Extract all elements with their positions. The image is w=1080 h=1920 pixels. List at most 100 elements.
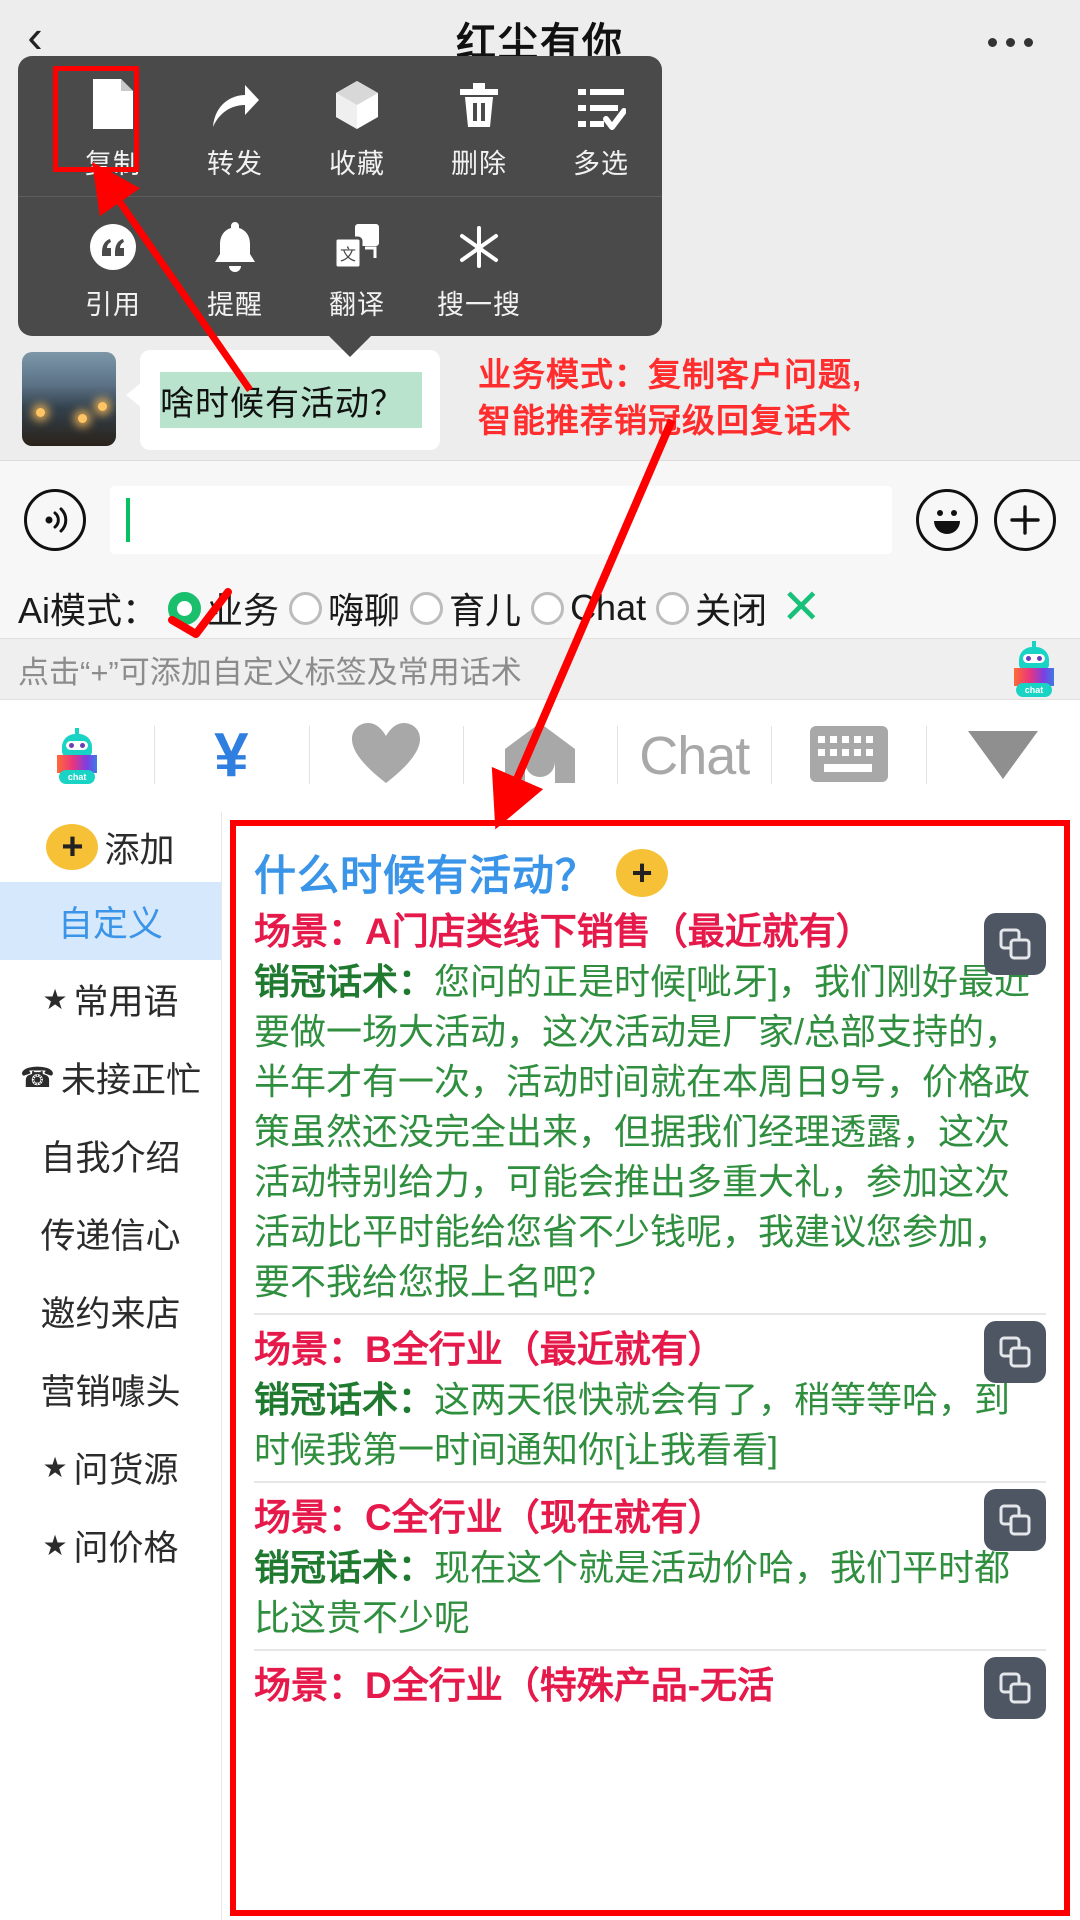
context-menu-item-search[interactable]: 搜一搜: [418, 197, 540, 336]
scene-answer: 销冠话术：这两天很快就会有了，稍等等哈，到时候我第一时间通知你[让我看看]: [254, 1375, 1046, 1475]
context-menu-label: 翻译: [329, 289, 385, 320]
toolbar-item-price[interactable]: ¥: [154, 700, 308, 812]
close-x-icon[interactable]: ✕: [781, 584, 821, 632]
category-sidebar: + 添加 自定义 ★ 常用语 ☎ 未接正忙 自我介绍 传递信心 邀约来店 营销噱…: [0, 812, 222, 1920]
sidebar-item-invite-store[interactable]: 邀约来店: [0, 1272, 221, 1350]
toolbar-item-keyboard[interactable]: [771, 700, 925, 812]
bell-icon: [212, 218, 258, 272]
copy-document-icon: [90, 77, 136, 131]
plus-circle-yellow-icon: +: [46, 824, 99, 870]
voice-wave-icon[interactable]: [24, 488, 86, 551]
smiley-icon[interactable]: [916, 488, 978, 551]
sidebar-item-custom[interactable]: 自定义: [0, 882, 221, 960]
sidebar-item-self-intro[interactable]: 自我介绍: [0, 1116, 221, 1194]
copy-squares-icon[interactable]: [984, 1321, 1046, 1383]
star-icon: ★: [42, 1529, 68, 1561]
radio-dot: [656, 591, 690, 625]
ai-mode-option-business[interactable]: 业务: [168, 582, 279, 634]
radio-dot: [168, 591, 202, 625]
radio-dot: [531, 591, 565, 625]
ai-mode-option-parenting[interactable]: 育儿: [410, 582, 521, 634]
ai-chat-robot-icon[interactable]: chat: [1006, 641, 1062, 697]
context-menu-item-remind[interactable]: 提醒: [174, 197, 296, 336]
context-menu-label: 多选: [573, 149, 629, 179]
context-menu-tail: [328, 335, 372, 357]
ai-mode-option-chitchat[interactable]: 嗨聊: [289, 582, 400, 634]
plus-circle-yellow-icon[interactable]: +: [616, 848, 669, 897]
sidebar-item-ask-supply[interactable]: ★ 问货源: [0, 1428, 221, 1506]
forward-arrow-icon: [209, 77, 261, 131]
scene-block-c: 场景：C全行业（现在就有） 销冠话术：现在这个就是活动价哈，我们平时都比这贵不少…: [254, 1481, 1046, 1649]
sidebar-item-label: 自定义: [57, 904, 163, 944]
sidebar-item-label: 问价格: [73, 1528, 179, 1568]
context-menu-label: 复制: [85, 149, 141, 179]
toolbar-item-collapse[interactable]: [925, 700, 1080, 812]
sidebar-item-common-phrases[interactable]: ★ 常用语: [0, 960, 221, 1038]
scene-answer: 销冠话术：现在这个就是活动价哈，我们平时都比这贵不少呢: [254, 1543, 1046, 1643]
ai-mode-row: Ai模式： 业务 嗨聊 育儿 Chat 关闭 ✕: [0, 578, 1080, 638]
avatar[interactable]: [22, 352, 116, 446]
robot-chat-label: chat: [1016, 683, 1052, 697]
copy-squares-icon[interactable]: [984, 1489, 1046, 1551]
ai-chat-robot-icon: chat: [49, 728, 105, 784]
answer-body: 您问的正是时候[呲牙]，我们刚好最近要做一场大活动，这次活动是厂家/总部支持的，…: [254, 961, 1031, 1302]
quote-icon: [88, 218, 138, 272]
sidebar-item-label: 传递信心: [40, 1216, 181, 1256]
ai-mode-option-off[interactable]: 关闭: [656, 582, 767, 634]
context-menu-label: 提醒: [207, 289, 263, 320]
sidebar-item-ask-price[interactable]: ★ 问价格: [0, 1506, 221, 1584]
bottom-section: + 添加 自定义 ★ 常用语 ☎ 未接正忙 自我介绍 传递信心 邀约来店 营销噱…: [0, 812, 1080, 1920]
radio-dot: [289, 591, 323, 625]
sidebar-item-label: 问货源: [73, 1450, 179, 1490]
scene-title: 场景：B全行业（最近就有）: [254, 1329, 725, 1370]
toolbar-item-ai-robot[interactable]: chat: [0, 700, 154, 812]
toolbar-item-favorites[interactable]: [308, 700, 463, 812]
heart-icon: [350, 721, 422, 792]
answer-question-header: 什么时候有活动？ +: [254, 836, 1046, 907]
context-menu-label: 引用: [85, 289, 141, 320]
context-menu-label: 删除: [451, 149, 507, 179]
context-menu-item-copy[interactable]: 复制: [52, 56, 174, 196]
context-menu-item-quote[interactable]: 引用: [52, 197, 174, 336]
ai-mode-option-chat[interactable]: Chat: [531, 587, 646, 629]
toolbar-item-training[interactable]: [462, 700, 617, 812]
sidebar-item-marketing-hook[interactable]: 营销噱头: [0, 1350, 221, 1428]
sidebar-item-build-confidence[interactable]: 传递信心: [0, 1194, 221, 1272]
annotation-line-2: 智能推荐销冠级回复话术: [478, 402, 852, 439]
context-menu-item-forward[interactable]: 转发: [174, 56, 296, 196]
context-menu-item-multiselect[interactable]: 多选: [540, 56, 662, 196]
ai-mode-label: Ai模式：: [18, 590, 159, 631]
message-context-menu: 复制 转发 收藏 删除 多选 引用 提醒 文 翻译 搜一搜: [18, 56, 662, 336]
radio-label: 嗨聊: [328, 590, 401, 631]
search-asterisk-icon: [453, 218, 505, 272]
answer-panel-wrap: 什么时候有活动？ + 场景：A门店类线下销售（最近就有） 销冠话术：您问的正是时…: [222, 812, 1080, 1920]
answer-prefix: 销冠话术：: [254, 1547, 435, 1588]
context-menu-label: 搜一搜: [437, 289, 521, 320]
hint-text: 点击“+”可添加自定义标签及常用话术: [18, 654, 522, 690]
star-icon: ★: [42, 983, 68, 1015]
radio-label: 育儿: [449, 590, 522, 631]
answer-panel: 什么时候有活动？ + 场景：A门店类线下销售（最近就有） 销冠话术：您问的正是时…: [230, 820, 1070, 1916]
sidebar-item-missed-busy[interactable]: ☎ 未接正忙: [0, 1038, 221, 1116]
plus-circle-icon[interactable]: [994, 488, 1056, 551]
scene-block-b: 场景：B全行业（最近就有） 销冠话术：这两天很快就会有了，稍等等哈，到时候我第一…: [254, 1313, 1046, 1481]
message-input-bar: [0, 460, 1080, 578]
context-menu-item-translate[interactable]: 文 翻译: [296, 197, 418, 336]
context-menu-item-delete[interactable]: 删除: [418, 56, 540, 196]
svg-text:文: 文: [340, 246, 356, 264]
sidebar-item-add[interactable]: + 添加: [0, 812, 221, 882]
yen-currency-icon: ¥: [214, 721, 249, 790]
scene-title: 场景：D全行业（特殊产品-无活: [254, 1665, 775, 1706]
message-text-input[interactable]: [110, 485, 892, 554]
radio-label: 关闭: [695, 590, 768, 631]
copy-squares-icon[interactable]: [984, 913, 1046, 975]
annotation-line-1: 业务模式：复制客户问题,: [478, 356, 863, 393]
context-menu-item-favorite[interactable]: 收藏: [296, 56, 418, 196]
hint-row: 点击“+”可添加自定义标签及常用话术 chat: [0, 638, 1080, 700]
more-dots-icon[interactable]: [970, 22, 1050, 62]
copy-squares-icon[interactable]: [984, 1657, 1046, 1719]
sidebar-item-label: 自我介绍: [40, 1138, 181, 1178]
translate-icon: 文: [331, 218, 383, 272]
message-bubble[interactable]: 啥时候有活动？: [126, 350, 440, 450]
toolbar-item-chat[interactable]: Chat: [617, 700, 771, 812]
